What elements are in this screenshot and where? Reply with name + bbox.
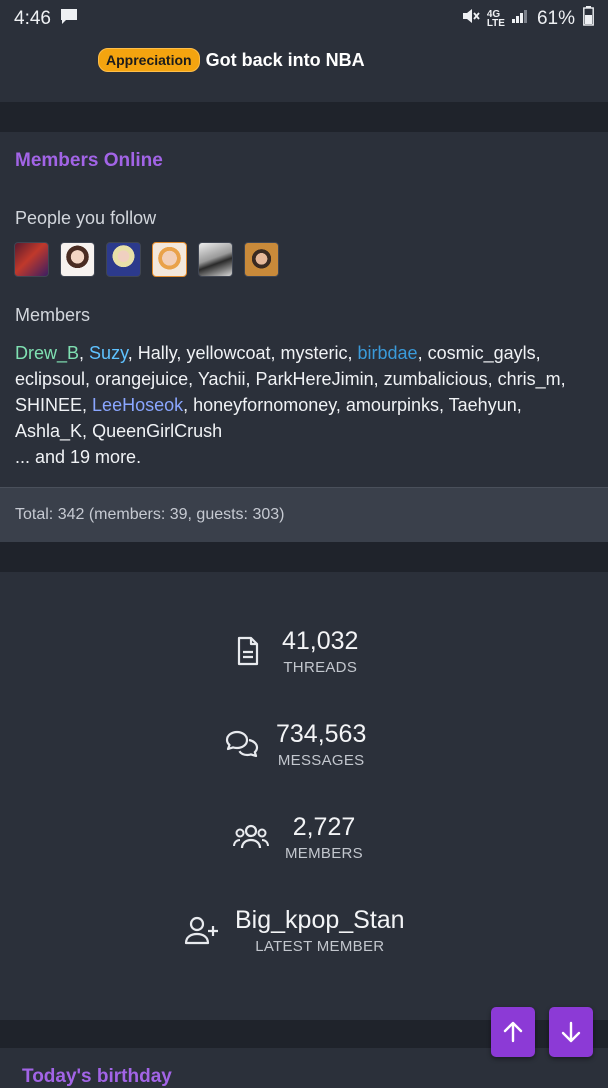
member-link[interactable]: ParkHereJimin <box>256 369 374 389</box>
document-icon <box>228 631 268 671</box>
lte-icon: 4G LTE <box>486 9 505 29</box>
threads-count: 41,032 <box>282 627 359 655</box>
member-link[interactable]: Ashla_K <box>15 421 82 441</box>
member-link[interactable]: yellowcoat <box>186 343 270 363</box>
stat-threads: 41,032 THREADS <box>228 626 358 676</box>
members-online-panel: Members Online People you follow Members… <box>0 132 608 542</box>
member-link[interactable]: Drew_B <box>15 343 79 363</box>
threads-label: THREADS <box>283 659 358 676</box>
member-link[interactable]: mysteric <box>281 343 348 363</box>
members-online-title[interactable]: Members Online <box>15 150 163 172</box>
stat-members: 2,727 MEMBERS <box>231 812 363 862</box>
stat-latest-member: Big_kpop_Stan LATEST MEMBER <box>181 905 405 955</box>
status-time: 4:46 <box>14 8 51 29</box>
members-label: Members <box>15 305 91 325</box>
member-link[interactable]: orangejuice <box>95 369 188 389</box>
avatar[interactable] <box>152 242 187 277</box>
avatar[interactable] <box>14 242 49 277</box>
chat-bubbles-icon <box>222 724 262 764</box>
member-link[interactable]: birbdae <box>358 343 418 363</box>
member-link[interactable]: amourpinks <box>346 395 439 415</box>
member-link[interactable]: zumbalicious <box>384 369 488 389</box>
status-bar: 4:46 4G LTE 61% <box>0 0 608 38</box>
stat-messages: 734,563 MESSAGES <box>222 719 366 769</box>
followed-avatars <box>14 242 279 277</box>
avatar[interactable] <box>198 242 233 277</box>
member-link[interactable]: chris_m <box>498 369 561 389</box>
birthday-title[interactable]: Today's birthday <box>22 1066 172 1088</box>
arrow-down-icon <box>561 1021 581 1043</box>
member-link[interactable]: LeeHoseok <box>92 395 183 415</box>
member-link[interactable]: honeyfornomoney <box>193 395 336 415</box>
avatar[interactable] <box>106 242 141 277</box>
member-link[interactable]: Yachii <box>198 369 246 389</box>
online-members-list: Drew_B, Suzy, Hally, yellowcoat, mysteri… <box>15 343 566 467</box>
user-plus-icon <box>181 910 221 950</box>
messages-count: 734,563 <box>276 720 367 748</box>
scroll-to-bottom-button[interactable] <box>549 1007 593 1057</box>
avatar[interactable] <box>60 242 95 277</box>
member-link[interactable]: Suzy <box>89 343 128 363</box>
thread-card: Appreciation Got back into NBA <box>0 38 608 102</box>
signal-icon <box>511 8 529 30</box>
thread-prefix-badge[interactable]: Appreciation <box>98 48 200 72</box>
message-notification-icon <box>59 7 79 31</box>
thread-row[interactable]: Appreciation Got back into NBA <box>98 48 365 72</box>
thread-title-link[interactable]: Got back into NBA <box>206 50 365 71</box>
messages-label: MESSAGES <box>277 752 365 769</box>
online-total: Total: 342 (members: 39, guests: 303) <box>0 487 608 542</box>
users-group-icon <box>231 817 271 857</box>
scroll-to-top-button[interactable] <box>491 1007 535 1057</box>
member-link[interactable]: QueenGirlCrush <box>92 421 222 441</box>
battery-percent: 61% <box>536 8 575 29</box>
avatar[interactable] <box>244 242 279 277</box>
member-link[interactable]: SHINEE <box>15 395 82 415</box>
member-link[interactable]: eclipsoul <box>15 369 85 389</box>
member-link[interactable]: cosmic_gayls <box>428 343 536 363</box>
members-count: 2,727 <box>292 813 356 841</box>
mute-icon <box>461 7 481 31</box>
latest-member-link[interactable]: Big_kpop_Stan <box>235 905 405 935</box>
online-total-text: Total: 342 (members: 39, guests: 303) <box>15 506 285 523</box>
member-link[interactable]: Taehyun <box>449 395 517 415</box>
latest-member-label: LATEST MEMBER <box>255 938 385 955</box>
arrow-up-icon <box>503 1021 523 1043</box>
people-you-follow-label: People you follow <box>15 208 157 228</box>
more-members-link[interactable]: ... and 19 more. <box>15 447 141 467</box>
members-stat-label: MEMBERS <box>285 845 363 862</box>
member-link[interactable]: Hally <box>138 343 177 363</box>
forum-statistics-panel: 41,032 THREADS 734,563 MESSAGES 2,727 ME… <box>0 572 608 1020</box>
battery-icon <box>583 6 594 32</box>
